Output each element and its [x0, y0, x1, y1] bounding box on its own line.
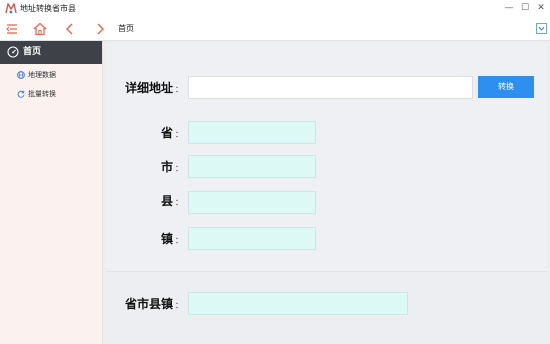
sidebar-item-geo-data[interactable]: 地理数据: [0, 67, 102, 83]
tab-home[interactable]: 首页: [118, 23, 134, 35]
convert-button[interactable]: 转换: [478, 76, 534, 98]
town-field[interactable]: [188, 227, 316, 250]
forward-icon[interactable]: [92, 21, 108, 37]
minimize-button[interactable]: —: [502, 2, 516, 15]
sidebar-item-batch-convert[interactable]: 批量转换: [0, 86, 102, 102]
city-label-text: 市: [160, 160, 173, 174]
city-label: 市：: [133, 159, 183, 177]
close-button[interactable]: ✕: [534, 2, 548, 15]
town-label-colon: ：: [175, 236, 183, 245]
home-icon[interactable]: [32, 21, 48, 37]
combined-field[interactable]: [188, 292, 408, 315]
province-label: 省：: [133, 125, 183, 143]
sidebar: 首页 地理数据 批量转换: [0, 41, 103, 344]
combined-label: 省市县镇：: [108, 296, 183, 314]
county-field[interactable]: [188, 191, 316, 214]
city-field[interactable]: [188, 155, 316, 178]
dropdown-icon[interactable]: [536, 23, 547, 34]
main-content: 详细地址： 转换 省： 市： 县： 镇： 省市县镇：: [103, 41, 550, 344]
title-bar: 地址转换省市县 — ☐ ✕: [0, 0, 550, 18]
combined-label-colon: ：: [175, 301, 183, 310]
address-label-colon: ：: [175, 85, 183, 94]
back-icon[interactable]: [62, 21, 78, 37]
province-field[interactable]: [188, 121, 316, 144]
globe-icon: [17, 71, 25, 79]
town-label-text: 镇: [160, 232, 173, 246]
county-label-colon: ：: [175, 198, 183, 207]
address-label: 详细地址：: [123, 80, 183, 98]
section-divider: [106, 271, 547, 272]
combined-label-text: 省市县镇: [124, 297, 173, 311]
town-label: 镇：: [133, 231, 183, 249]
refresh-icon: [17, 90, 25, 98]
address-label-text: 详细地址: [124, 81, 173, 95]
maximize-button[interactable]: ☐: [518, 2, 532, 15]
county-label: 县：: [133, 193, 183, 211]
province-label-text: 省: [160, 126, 173, 140]
toolbar: 首页: [0, 18, 550, 41]
app-logo-icon: [5, 3, 17, 14]
sidebar-header-home[interactable]: 首页: [0, 41, 102, 64]
sidebar-header-label: 首页: [23, 47, 42, 57]
province-label-colon: ：: [175, 130, 183, 139]
sidebar-item-label: 地理数据: [28, 71, 56, 79]
address-input[interactable]: [188, 76, 473, 99]
window-title: 地址转换省市县: [20, 4, 76, 13]
dashboard-icon: [7, 46, 19, 58]
sidebar-item-label: 批量转换: [28, 90, 56, 98]
county-label-text: 县: [160, 194, 173, 208]
menu-collapse-icon[interactable]: [4, 21, 20, 37]
city-label-colon: ：: [175, 164, 183, 173]
